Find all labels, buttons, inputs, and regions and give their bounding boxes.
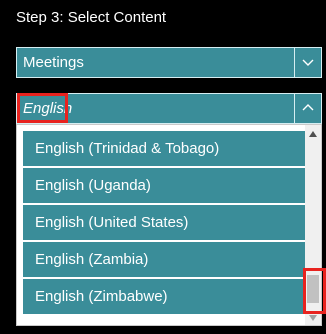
language-option-label: English (Trinidad & Tobago): [35, 140, 220, 157]
language-option[interactable]: English (Zambia): [23, 242, 305, 278]
scrollbar-thumb[interactable]: [307, 275, 319, 303]
dropdown-scrollbar[interactable]: [305, 125, 321, 325]
language-option[interactable]: English (Uganda): [23, 168, 305, 204]
meetings-select-value: Meetings: [23, 54, 84, 71]
chevron-up-icon: [302, 104, 314, 111]
language-option-label: English (Zambia): [35, 251, 149, 268]
language-select-toggle[interactable]: [294, 94, 321, 123]
language-option-label: English (United States): [35, 214, 189, 231]
language-select[interactable]: English: [16, 93, 322, 124]
language-option[interactable]: English (Trinidad & Tobago): [23, 131, 305, 167]
language-options: English (Trinidad & Tobago) English (Ugan…: [23, 131, 305, 316]
select-content-panel: Step 3: Select Content Meetings English …: [0, 0, 326, 334]
triangle-up-icon[interactable]: [309, 131, 317, 137]
language-option[interactable]: English (Zimbabwe): [23, 279, 305, 315]
language-dropdown-list[interactable]: English (Trinidad & Tobago) English (Ugan…: [16, 124, 322, 326]
meetings-select[interactable]: Meetings: [16, 47, 322, 78]
triangle-down-icon[interactable]: [309, 315, 317, 321]
language-option-label: English (Zimbabwe): [35, 288, 168, 305]
step-title: Step 3: Select Content: [16, 9, 167, 26]
chevron-down-icon: [302, 59, 314, 66]
language-option-label: English (Uganda): [35, 177, 151, 194]
meetings-select-toggle[interactable]: [294, 48, 321, 77]
language-select-value: English: [23, 100, 73, 117]
language-option[interactable]: English (United States): [23, 205, 305, 241]
